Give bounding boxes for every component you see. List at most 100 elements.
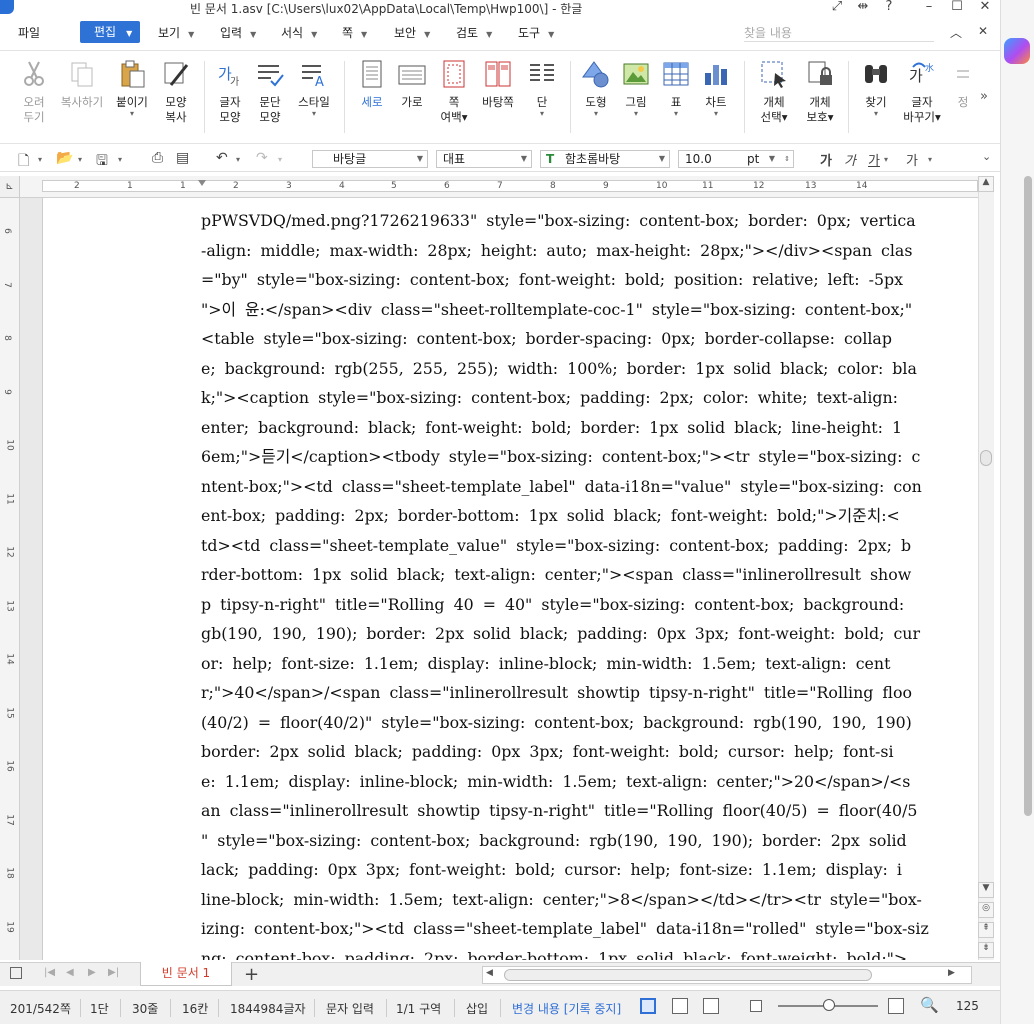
print-preview-icon[interactable]: ▤ (176, 150, 189, 166)
menu-file[interactable]: 파일 (18, 24, 40, 41)
indent-marker-icon[interactable] (198, 180, 206, 194)
object-protect-button[interactable]: 개체 보호▾ (798, 59, 842, 125)
next-tab-icon[interactable]: ▶ (88, 967, 96, 978)
ribbon-overflow-icon[interactable]: » (980, 89, 988, 104)
style-select[interactable]: 바탕글 ▼ (312, 150, 428, 168)
cut-button[interactable]: 오려 두기 (14, 59, 54, 125)
prev-page-icon[interactable]: ⇞ (978, 922, 994, 938)
document-line[interactable]: gb(190, 190, 190); border: 2px solid bla… (201, 619, 976, 649)
document-line[interactable]: enter; background: black; font-weight: b… (201, 413, 976, 443)
document-line[interactable]: ="by" style="box-sizing: content-box; fo… (201, 265, 976, 295)
document-area[interactable]: pPWSVDQ/med.png?1726219633" style="box-s… (20, 198, 978, 960)
shape-button[interactable]: 도형 ▾ (576, 59, 616, 118)
status-track-changes[interactable]: 변경 내용 [기록 중지] (512, 1000, 621, 1017)
landscape-button[interactable]: 가로 (392, 59, 432, 110)
paste-button[interactable]: 붙이기 ▾ (112, 59, 152, 118)
underline-icon[interactable]: 가 (868, 150, 880, 169)
document-line[interactable]: pPWSVDQ/med.png?1726219633" style="box-s… (201, 206, 976, 236)
zoom-slider-knob[interactable] (823, 999, 835, 1011)
last-tab-icon[interactable]: ▶| (108, 967, 119, 978)
stepper-icon[interactable]: ⇕ (784, 151, 790, 167)
document-line[interactable]: ntent-box;"><td class="sheet-template_la… (201, 472, 976, 502)
document-line[interactable]: 6em;">듣기</caption><tbody style="box-sizi… (201, 442, 976, 472)
document-page[interactable]: pPWSVDQ/med.png?1726219633" style="box-s… (42, 198, 978, 960)
chevron-down-icon[interactable]: ▾ (884, 155, 888, 164)
bold-icon[interactable]: 가 (820, 150, 832, 169)
document-line[interactable]: line-block; min-width: 1.5em; text-align… (201, 885, 976, 915)
first-tab-icon[interactable]: |◀ (44, 967, 55, 978)
status-input-mode[interactable]: 문자 입력 (326, 1000, 374, 1017)
zoom-out-icon[interactable] (750, 1000, 762, 1012)
document-line[interactable]: p tipsy-n-right" title="Rolling 40 = 40"… (201, 590, 976, 620)
menu-tools[interactable]: 도구 ▼ (518, 24, 554, 41)
menu-edit[interactable]: 편집 ▼ (80, 21, 140, 43)
redo-icon[interactable]: ↷ (256, 150, 268, 166)
menu-review[interactable]: 검토 ▼ (456, 24, 492, 41)
document-line[interactable]: e; background: rgb(255, 255, 255); width… (201, 354, 976, 384)
document-line[interactable]: border: 2px solid black; padding: 0px 3p… (201, 737, 976, 767)
page-margin-button[interactable]: 쪽 여백▾ (434, 59, 474, 125)
maximize-button[interactable]: ☐ (946, 0, 968, 16)
help-icon[interactable]: ? (878, 0, 900, 16)
columns-button[interactable]: 단 ▾ (522, 59, 562, 118)
split-view-icon[interactable]: ⇹ (852, 0, 874, 16)
zoom-level[interactable]: 125 (956, 999, 979, 1013)
vertical-scrollbar[interactable] (978, 176, 994, 960)
document-line[interactable]: or: help; font-size: 1.1em; display: inl… (201, 649, 976, 679)
menu-security[interactable]: 보안 ▼ (394, 24, 430, 41)
tab-list-icon[interactable] (10, 967, 22, 979)
chevron-down-icon[interactable]: ▾ (38, 155, 42, 164)
minimize-button[interactable]: – (918, 0, 940, 16)
horizontal-scroll-thumb[interactable] (504, 969, 872, 981)
menu-page[interactable]: 쪽 ▼ (342, 24, 367, 41)
page-select-icon[interactable]: ◎ (978, 902, 994, 918)
document-line[interactable]: td><td class="sheet-template_value" styl… (201, 531, 976, 561)
document-line[interactable]: <table style="box-sizing: content-box; b… (201, 324, 976, 354)
char-shape-button[interactable]: 가가 글자 모양 (210, 59, 250, 125)
document-line[interactable]: izing: content-box;"><td class="sheet-te… (201, 914, 976, 944)
ruler-corner-icon[interactable]: ⊾ (0, 176, 20, 198)
search-input[interactable]: 찾을 내용 (744, 24, 934, 42)
document-line[interactable]: ng: content-box; padding: 2px; border-bo… (201, 944, 976, 961)
undo-icon[interactable]: ↶ (216, 150, 228, 166)
master-page-button[interactable]: 바탕쪽 (478, 59, 518, 110)
add-tab-button[interactable]: + (244, 964, 259, 985)
new-document-icon[interactable]: 🗋 (18, 150, 29, 174)
next-page-icon[interactable]: ⇟ (978, 942, 994, 958)
document-line[interactable]: ent-box; padding: 2px; border-bottom: 1p… (201, 501, 976, 531)
document-text[interactable]: pPWSVDQ/med.png?1726219633" style="box-s… (201, 206, 976, 960)
language-select[interactable]: 대표 ▼ (436, 150, 532, 168)
zoom-in-icon[interactable] (888, 998, 904, 1014)
side-panel-scrollbar[interactable] (1024, 176, 1032, 816)
magnifier-icon[interactable]: 🔍 (920, 996, 939, 1014)
close-window-button[interactable]: ✕ (974, 0, 996, 16)
font-select[interactable]: T 함초롬바탕 ▼ (540, 150, 670, 168)
font-color-icon[interactable]: 가 (906, 150, 918, 169)
chevron-down-icon[interactable]: ▾ (118, 155, 122, 164)
portrait-button[interactable]: 세로 (352, 59, 392, 110)
document-line[interactable]: lack; padding: 0px 3px; font-weight: bol… (201, 855, 976, 885)
chevron-down-icon[interactable]: ▾ (278, 155, 282, 164)
chart-button[interactable]: 차트 ▾ (696, 59, 736, 118)
horizontal-ruler[interactable]: 2 1 1 2 3 4 5 6 7 8 9 10 11 12 13 14 (20, 176, 978, 198)
menu-view[interactable]: 보기 ▼ (158, 24, 194, 41)
print-icon[interactable]: ⎙ (152, 150, 163, 166)
para-shape-button[interactable]: 문단 모양 (250, 59, 290, 125)
app-logo-icon[interactable] (0, 0, 14, 14)
toolbar-overflow-icon[interactable]: ⌄ (982, 150, 991, 163)
view-normal-icon[interactable] (640, 998, 656, 1014)
open-folder-icon[interactable]: 📂 (56, 150, 73, 166)
table-button[interactable]: 표 ▾ (656, 59, 696, 118)
font-size-input[interactable]: 10.0 pt ▼ ⇕ (678, 150, 794, 168)
view-fit-icon[interactable] (672, 998, 688, 1014)
vertical-scroll-thumb[interactable] (980, 450, 992, 466)
document-line[interactable]: e: 1.1em; display: inline-block; min-wid… (201, 767, 976, 797)
close-icon[interactable]: ✕ (978, 24, 988, 38)
chevron-down-icon[interactable]: ▾ (928, 155, 932, 164)
copilot-icon[interactable] (1004, 38, 1030, 64)
tab-document-1[interactable]: 빈 문서 1 (140, 962, 232, 986)
object-select-button[interactable]: 개체 선택▾ (752, 59, 796, 125)
copy-button[interactable]: 복사하기 (58, 59, 106, 110)
document-line[interactable]: r;">40</span>/<span class="inlinerollres… (201, 678, 976, 708)
status-insert-mode[interactable]: 삽입 (466, 1000, 488, 1017)
